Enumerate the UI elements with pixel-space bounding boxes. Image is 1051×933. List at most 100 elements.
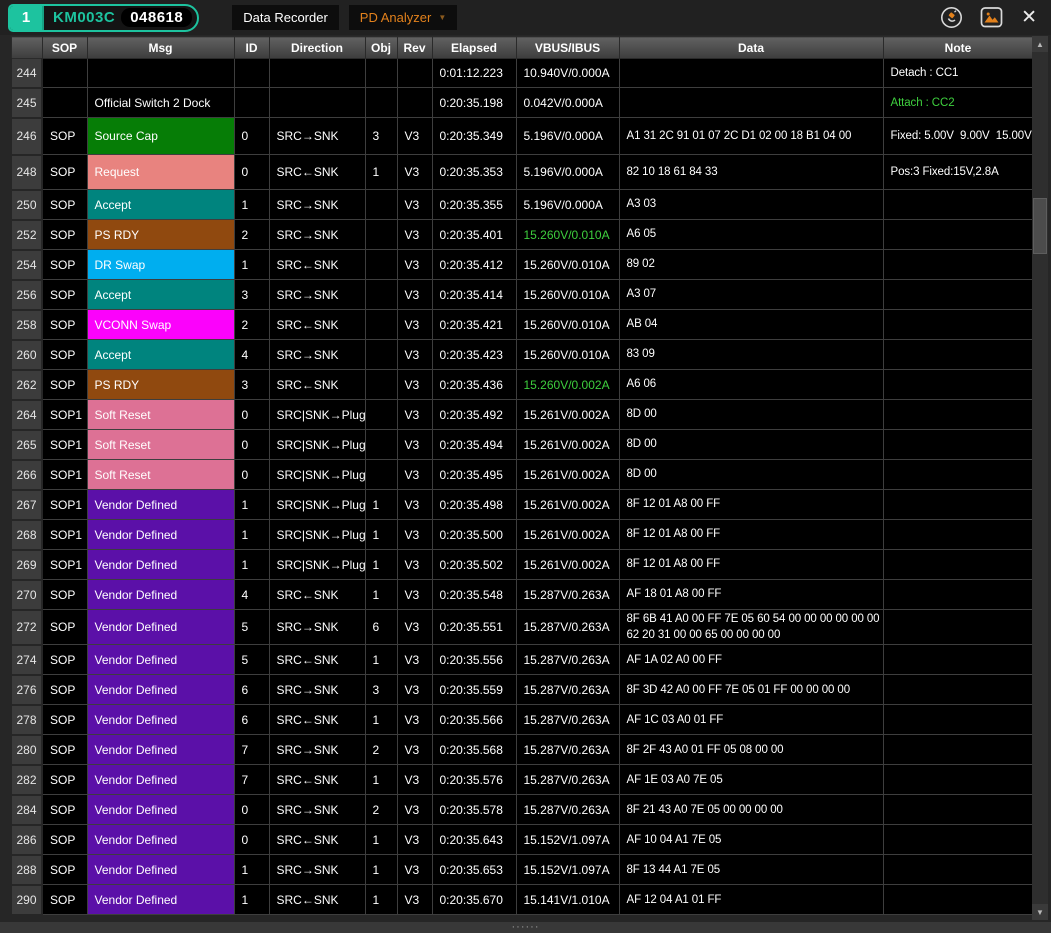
column-header-sop[interactable]: SOP: [42, 37, 87, 59]
column-header-id[interactable]: ID: [234, 37, 269, 59]
obj-cell: [365, 190, 397, 220]
device-badge[interactable]: 1 KM003C 048618: [8, 4, 199, 32]
bottom-splitter[interactable]: ······: [0, 922, 1051, 933]
table-row[interactable]: 244 0:01:12.223 10.940V/0.000A Detach : …: [11, 59, 1033, 88]
column-header-msg[interactable]: Msg: [87, 37, 234, 59]
row-number: 284: [11, 795, 42, 825]
note-cell: [883, 675, 1033, 705]
elapsed-cell: 0:20:35.556: [432, 645, 516, 675]
table-row[interactable]: 290 SOP Vendor Defined 1 SRC←SNK 1 V3 0:…: [11, 885, 1033, 915]
rev-cell: V3: [397, 280, 432, 310]
pd-analyzer-window: 1 KM003C 048618 Data Recorder PD Analyze…: [0, 0, 1051, 933]
table-row[interactable]: 274 SOP Vendor Defined 5 SRC←SNK 1 V3 0:…: [11, 645, 1033, 675]
column-header-vbus-ibus[interactable]: VBUS/IBUS: [516, 37, 619, 59]
note-cell: [883, 855, 1033, 885]
device-connection-icon[interactable]: [939, 5, 964, 30]
table-row[interactable]: 270 SOP Vendor Defined 4 SRC←SNK 1 V3 0:…: [11, 580, 1033, 610]
vbus-cell: 0.042V/0.000A: [516, 88, 619, 118]
row-number: 290: [11, 885, 42, 915]
note-cell: [883, 645, 1033, 675]
elapsed-cell: 0:20:35.643: [432, 825, 516, 855]
row-number: 280: [11, 735, 42, 765]
table-row[interactable]: 260 SOP Accept 4 SRC→SNK V3 0:20:35.423 …: [11, 340, 1033, 370]
splitter-grip: ······: [512, 925, 540, 930]
data-cell: 8D 00: [619, 400, 883, 430]
device-model: KM003C: [44, 9, 121, 26]
obj-cell: 1: [365, 705, 397, 735]
table-row[interactable]: 280 SOP Vendor Defined 7 SRC→SNK 2 V3 0:…: [11, 735, 1033, 765]
table-row[interactable]: 272 SOP Vendor Defined 5 SRC→SNK 6 V3 0:…: [11, 610, 1033, 645]
close-icon[interactable]: ✕: [1019, 8, 1039, 27]
chevron-down-icon: ▼: [438, 14, 446, 22]
row-number: 286: [11, 825, 42, 855]
obj-cell: 1: [365, 155, 397, 190]
rev-cell: V3: [397, 645, 432, 675]
column-header-direction[interactable]: Direction: [269, 37, 365, 59]
column-header-rownum[interactable]: [11, 37, 42, 59]
vbus-cell: 15.260V/0.002A: [516, 370, 619, 400]
table-row[interactable]: 267 SOP1 Vendor Defined 1 SRC|SNK→Plug 1…: [11, 490, 1033, 520]
table-row[interactable]: 258 SOP VCONN Swap 2 SRC←SNK V3 0:20:35.…: [11, 310, 1033, 340]
table-row[interactable]: 252 SOP PS RDY 2 SRC→SNK V3 0:20:35.401 …: [11, 220, 1033, 250]
scroll-up-button[interactable]: ▲: [1032, 36, 1048, 52]
table-row[interactable]: 245 Official Switch 2 Dock 0:20:35.198 0…: [11, 88, 1033, 118]
column-header-rev[interactable]: Rev: [397, 37, 432, 59]
waveform-image-icon[interactable]: [979, 6, 1004, 29]
table-row[interactable]: 248 SOP Request 0 SRC←SNK 1 V3 0:20:35.3…: [11, 155, 1033, 190]
msg-cell: Vendor Defined: [87, 795, 234, 825]
table-row[interactable]: 282 SOP Vendor Defined 7 SRC←SNK 1 V3 0:…: [11, 765, 1033, 795]
direction-cell: SRC←SNK: [269, 370, 365, 400]
table-row[interactable]: 256 SOP Accept 3 SRC→SNK V3 0:20:35.414 …: [11, 280, 1033, 310]
sop-cell: SOP: [42, 118, 87, 155]
table-row[interactable]: 276 SOP Vendor Defined 6 SRC→SNK 3 V3 0:…: [11, 675, 1033, 705]
table-row[interactable]: 266 SOP1 Soft Reset 0 SRC|SNK→Plug V3 0:…: [11, 460, 1033, 490]
row-number: 288: [11, 855, 42, 885]
table-row[interactable]: 250 SOP Accept 1 SRC→SNK V3 0:20:35.355 …: [11, 190, 1033, 220]
direction-cell: SRC←SNK: [269, 885, 365, 915]
id-cell: 2: [234, 220, 269, 250]
note-cell: [883, 705, 1033, 735]
vbus-cell: 15.152V/1.097A: [516, 825, 619, 855]
table-row[interactable]: 246 SOP Source Cap 0 SRC→SNK 3 V3 0:20:3…: [11, 118, 1033, 155]
vbus-cell: 5.196V/0.000A: [516, 190, 619, 220]
note-cell: [883, 250, 1033, 280]
table-row[interactable]: 284 SOP Vendor Defined 0 SRC→SNK 2 V3 0:…: [11, 795, 1033, 825]
data-cell: A1 31 2C 91 01 07 2C D1 02 00 18 B1 04 0…: [619, 118, 883, 155]
table-row[interactable]: 265 SOP1 Soft Reset 0 SRC|SNK→Plug V3 0:…: [11, 430, 1033, 460]
data-cell: 8D 00: [619, 460, 883, 490]
direction-cell: SRC→SNK: [269, 675, 365, 705]
rev-cell: [397, 59, 432, 88]
elapsed-cell: 0:01:12.223: [432, 59, 516, 88]
scroll-down-button[interactable]: ▼: [1032, 904, 1048, 920]
table-row[interactable]: 288 SOP Vendor Defined 1 SRC→SNK 1 V3 0:…: [11, 855, 1033, 885]
vertical-scrollbar[interactable]: ▲ ▼: [1032, 36, 1048, 920]
scrollbar-thumb[interactable]: [1033, 198, 1047, 254]
rev-cell: V3: [397, 370, 432, 400]
row-number: 260: [11, 340, 42, 370]
id-cell: 1: [234, 550, 269, 580]
sop-cell: SOP: [42, 370, 87, 400]
direction-cell: SRC|SNK→Plug: [269, 550, 365, 580]
table-row[interactable]: 254 SOP DR Swap 1 SRC←SNK V3 0:20:35.412…: [11, 250, 1033, 280]
id-cell: 0: [234, 825, 269, 855]
row-number: 282: [11, 765, 42, 795]
data-recorder-button[interactable]: Data Recorder: [232, 5, 339, 30]
column-header-note[interactable]: Note: [883, 37, 1033, 59]
table-row[interactable]: 264 SOP1 Soft Reset 0 SRC|SNK→Plug V3 0:…: [11, 400, 1033, 430]
vbus-cell: 15.260V/0.010A: [516, 220, 619, 250]
column-header-obj[interactable]: Obj: [365, 37, 397, 59]
column-header-elapsed[interactable]: Elapsed: [432, 37, 516, 59]
table-row[interactable]: 286 SOP Vendor Defined 0 SRC←SNK 1 V3 0:…: [11, 825, 1033, 855]
table-row[interactable]: 278 SOP Vendor Defined 6 SRC←SNK 1 V3 0:…: [11, 705, 1033, 735]
msg-cell: Accept: [87, 340, 234, 370]
table-row[interactable]: 269 SOP1 Vendor Defined 1 SRC|SNK→Plug 1…: [11, 550, 1033, 580]
note-cell: [883, 280, 1033, 310]
vbus-cell: 15.287V/0.263A: [516, 765, 619, 795]
table-row[interactable]: 268 SOP1 Vendor Defined 1 SRC|SNK→Plug 1…: [11, 520, 1033, 550]
column-header-data[interactable]: Data: [619, 37, 883, 59]
elapsed-cell: 0:20:35.500: [432, 520, 516, 550]
table-row[interactable]: 262 SOP PS RDY 3 SRC←SNK V3 0:20:35.436 …: [11, 370, 1033, 400]
pd-analyzer-button[interactable]: PD Analyzer ▼: [349, 5, 457, 30]
id-cell: 0: [234, 118, 269, 155]
obj-cell: 1: [365, 765, 397, 795]
